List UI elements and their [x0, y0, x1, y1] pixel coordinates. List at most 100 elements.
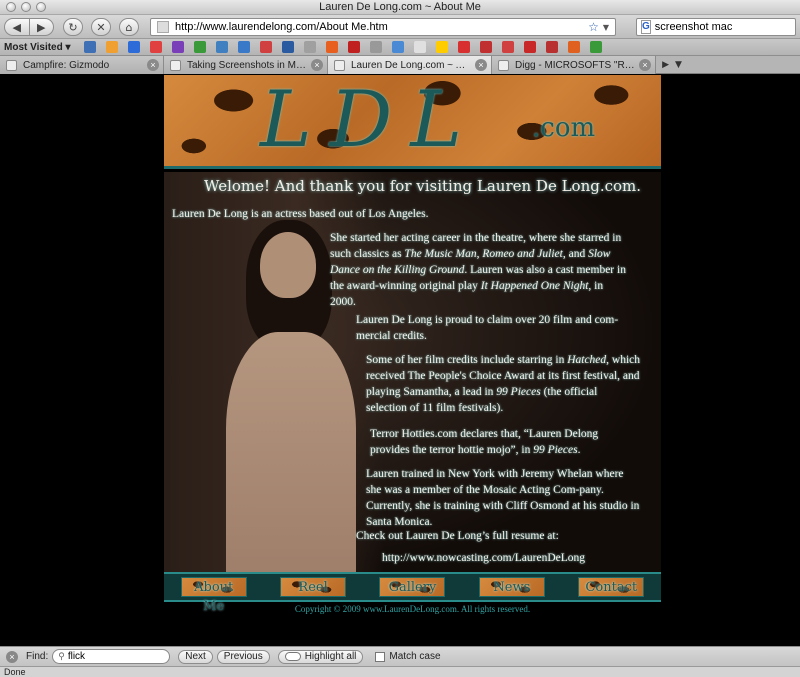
all-tabs-dropdown-icon[interactable]: ▼: [675, 60, 682, 70]
close-tab-icon[interactable]: ×: [475, 59, 487, 71]
tab-scroll-right-icon[interactable]: ▶: [662, 60, 669, 70]
back-forward-group: ◀ ▶: [4, 18, 54, 36]
find-field[interactable]: ⚲: [52, 649, 171, 664]
nav-about-me[interactable]: About Me: [180, 577, 247, 614]
bookmark-favicon-icon[interactable]: [303, 41, 316, 53]
tab-campfire[interactable]: Campfire: Gizmodo ×: [0, 56, 164, 74]
film-credits-paragraph: Some of her film credits include starrin…: [366, 352, 641, 416]
most-visited-menu[interactable]: Most Visited ▾: [4, 42, 71, 53]
highlight-all-button[interactable]: Highlight all: [277, 649, 364, 664]
minimize-window-button[interactable]: [21, 2, 31, 12]
window-titlebar: Lauren De Long.com ~ About Me: [0, 0, 800, 15]
bookmark-favicon-icon[interactable]: [457, 41, 470, 53]
close-tab-icon[interactable]: ×: [311, 59, 323, 71]
paragraph-text: .: [577, 444, 581, 456]
bookmark-favicon-icon[interactable]: [105, 41, 118, 53]
status-bar: Done: [0, 666, 800, 677]
film-title: Hatched: [567, 354, 607, 366]
intro-paragraph: Lauren De Long is an actress based out o…: [172, 208, 429, 220]
nav-news[interactable]: News: [478, 577, 545, 597]
resume-prompt: Check out Lauren De Long’s full resume a…: [356, 530, 559, 542]
match-case-checkbox[interactable]: [375, 651, 386, 662]
home-button[interactable]: ⌂: [119, 18, 139, 36]
nav-reel[interactable]: Reel: [280, 577, 347, 597]
url-input[interactable]: [175, 21, 589, 33]
close-tab-icon[interactable]: ×: [639, 59, 651, 71]
forward-arrow-icon[interactable]: ▶: [29, 21, 53, 34]
tab-favicon-icon: [334, 59, 345, 71]
zoom-window-button[interactable]: [36, 2, 46, 12]
photo-sweater: [226, 332, 356, 574]
bookmark-favicon-icon[interactable]: [589, 41, 602, 53]
tab-label: Taking Screenshots in Mac OS ...: [187, 59, 311, 71]
bookmark-favicon-icon[interactable]: [545, 41, 558, 53]
nav-gallery[interactable]: Gallery: [379, 577, 446, 597]
back-arrow-icon[interactable]: ◀: [5, 21, 29, 34]
reload-button[interactable]: ↻: [63, 18, 83, 36]
match-case-label: Match case: [389, 651, 441, 662]
bookmark-favicon-icon[interactable]: [83, 41, 96, 53]
home-icon: ⌂: [125, 20, 133, 34]
bookmark-favicon-icon[interactable]: [193, 41, 206, 53]
bookmark-favicon-icon[interactable]: [347, 41, 360, 53]
copyright-text: Copyright © 2009 www.LaurenDeLong.com. A…: [294, 604, 531, 614]
site-logo[interactable]: LDL: [260, 75, 480, 165]
bookmark-favicon-icon[interactable]: [369, 41, 382, 53]
film-title: 99 Pieces: [533, 444, 578, 456]
bookmark-favicon-icon[interactable]: [413, 41, 426, 53]
bookmark-favicon-icon[interactable]: [171, 41, 184, 53]
find-next-button[interactable]: Next: [178, 649, 213, 664]
bookmark-favicon-icon[interactable]: [479, 41, 492, 53]
close-find-bar-icon[interactable]: ×: [6, 650, 18, 663]
search-engine-icon[interactable]: G: [641, 20, 651, 34]
tab-label: Campfire: Gizmodo: [23, 59, 110, 71]
bookmark-favicon-icon[interactable]: [259, 41, 272, 53]
bookmark-favicon-icon[interactable]: [127, 41, 140, 53]
find-bar: × Find: ⚲ Next Previous Highlight all Ma…: [0, 646, 800, 666]
photo-face: [260, 232, 316, 298]
bookmark-favicon-icon[interactable]: [567, 41, 580, 53]
tab-digg[interactable]: Digg - MICROSOFTS "REGULAR... ×: [492, 56, 656, 74]
bookmark-favicon-icon[interactable]: [281, 41, 294, 53]
navigation-toolbar: ◀ ▶ ↻ ✕ ⌂ ☆ ▼ G: [0, 15, 800, 39]
bookmark-favicon-icon[interactable]: [325, 41, 338, 53]
bookmark-favicon-icon[interactable]: [149, 41, 162, 53]
terror-hotties-paragraph: Terror Hotties.com declares that, “Laure…: [370, 426, 625, 458]
tab-lauren-delong[interactable]: Lauren De Long.com ~ About Me ×: [328, 56, 492, 74]
window-title: Lauren De Long.com ~ About Me: [319, 1, 481, 13]
site-favicon-icon: [157, 21, 169, 33]
find-input[interactable]: [67, 651, 158, 662]
bookmarks-toolbar: Most Visited ▾: [0, 39, 800, 56]
tab-bar: Campfire: Gizmodo × Taking Screenshots i…: [0, 56, 800, 74]
search-icon: ⚲: [58, 651, 65, 661]
site-navigation: About Me Reel Gallery News Contact: [164, 572, 661, 614]
bookmark-favicon-icon[interactable]: [435, 41, 448, 53]
find-previous-button[interactable]: Previous: [216, 649, 270, 664]
url-bar[interactable]: ☆ ▼: [150, 18, 616, 36]
bookmark-favicon-icon[interactable]: [215, 41, 228, 53]
find-label: Find:: [26, 651, 49, 662]
close-window-button[interactable]: [6, 2, 16, 12]
credits-paragraph: Lauren De Long is proud to claim over 20…: [356, 314, 619, 342]
film-title: 99 Pieces: [496, 386, 541, 398]
stop-button[interactable]: ✕: [91, 18, 111, 36]
stop-icon: ✕: [96, 20, 106, 34]
tab-favicon-icon: [6, 59, 17, 71]
bookmark-favicon-icon[interactable]: [391, 41, 404, 53]
resume-link[interactable]: http://www.nowcasting.com/LaurenDeLong: [382, 550, 642, 566]
bookmark-favicon-icon[interactable]: [523, 41, 536, 53]
show-title: It Happened One Night: [480, 280, 589, 292]
tab-label: Digg - MICROSOFTS "REGULAR...: [515, 59, 639, 71]
tab-screenshots[interactable]: Taking Screenshots in Mac OS ... ×: [164, 56, 328, 74]
url-history-dropdown-icon[interactable]: ▼: [603, 23, 609, 32]
bookmark-favicon-icon[interactable]: [237, 41, 250, 53]
tab-favicon-icon: [170, 59, 181, 71]
site-header-banner: LDL .com: [164, 75, 661, 169]
bookmark-star-icon[interactable]: ☆: [588, 20, 599, 34]
bookmark-favicon-icon[interactable]: [501, 41, 514, 53]
close-tab-icon[interactable]: ×: [147, 59, 159, 71]
search-input[interactable]: [654, 21, 797, 33]
search-bar[interactable]: G: [636, 18, 797, 36]
nav-contact[interactable]: Contact: [578, 577, 645, 597]
tab-scroll-controls[interactable]: ▶ ▼: [656, 56, 688, 73]
